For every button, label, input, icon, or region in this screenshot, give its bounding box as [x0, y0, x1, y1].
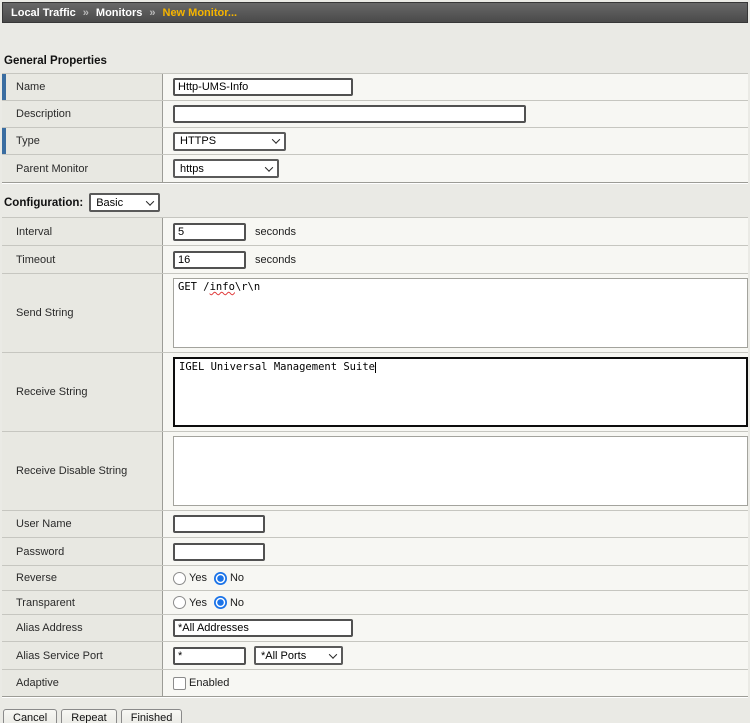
reverse-label: Reverse — [2, 566, 163, 590]
row-receive-disable-string: Receive Disable String — [2, 432, 748, 511]
row-user-name: User Name — [2, 511, 748, 538]
password-label: Password — [2, 538, 163, 565]
receive-string-textarea[interactable]: IGEL Universal Management Suite — [173, 357, 748, 427]
configuration-select[interactable]: Basic — [89, 193, 160, 212]
reverse-yes-label: Yes — [189, 572, 207, 584]
interval-label: Interval — [2, 218, 163, 245]
row-receive-string: Receive String IGEL Universal Management… — [2, 353, 748, 432]
receive-string-text: IGEL Universal Management Suite — [179, 361, 375, 373]
send-string-text: \r\n — [235, 281, 260, 293]
row-transparent: Transparent Yes No — [2, 591, 748, 615]
row-description: Description — [2, 101, 748, 128]
breadcrumb-monitors[interactable]: Monitors — [96, 7, 142, 19]
general-properties-title: General Properties — [4, 55, 750, 67]
send-string-text: GET / — [178, 281, 210, 293]
general-properties-table: Name Description Type HTTPS Parent Monit… — [2, 73, 748, 183]
configuration-select-value: Basic — [96, 197, 123, 209]
configuration-line: Configuration: Basic — [4, 193, 750, 212]
timeout-label: Timeout — [2, 246, 163, 273]
parent-monitor-label: Parent Monitor — [2, 155, 163, 182]
interval-unit: seconds — [255, 226, 296, 238]
transparent-label: Transparent — [2, 591, 163, 614]
repeat-button[interactable]: Repeat — [61, 709, 116, 723]
type-label: Type — [2, 128, 163, 154]
row-interval: Interval seconds — [2, 218, 748, 246]
description-label: Description — [2, 101, 163, 127]
alias-service-port-label: Alias Service Port — [2, 642, 163, 669]
transparent-no-label: No — [230, 597, 244, 609]
row-alias-address: Alias Address — [2, 615, 748, 642]
row-password: Password — [2, 538, 748, 566]
alias-service-port-input[interactable] — [173, 647, 246, 665]
transparent-yes-label: Yes — [189, 597, 207, 609]
row-reverse: Reverse Yes No — [2, 566, 748, 591]
finished-button[interactable]: Finished — [121, 709, 183, 723]
receive-disable-string-textarea[interactable] — [173, 436, 748, 506]
reverse-yes-radio[interactable] — [173, 572, 186, 585]
send-string-text-misspelled: info — [210, 281, 235, 293]
alias-service-port-select[interactable]: *All Ports — [254, 646, 343, 665]
text-cursor — [375, 362, 376, 373]
action-button-row: Cancel Repeat Finished — [3, 709, 750, 723]
timeout-input[interactable] — [173, 251, 246, 269]
chevron-down-icon — [329, 650, 337, 658]
type-select-value: HTTPS — [180, 135, 216, 147]
receive-disable-string-label: Receive Disable String — [2, 432, 163, 510]
breadcrumb-local-traffic[interactable]: Local Traffic — [11, 7, 76, 19]
send-string-label: Send String — [2, 274, 163, 352]
breadcrumb: Local Traffic » Monitors » New Monitor..… — [2, 2, 748, 23]
row-parent-monitor: Parent Monitor https — [2, 155, 748, 182]
breadcrumb-current-new-monitor: New Monitor... — [163, 7, 238, 19]
name-label: Name — [2, 74, 163, 100]
name-input[interactable] — [173, 78, 353, 96]
alias-service-port-select-value: *All Ports — [261, 650, 306, 662]
row-alias-service-port: Alias Service Port *All Ports — [2, 642, 748, 670]
receive-string-label: Receive String — [2, 353, 163, 431]
chevron-down-icon — [265, 163, 273, 171]
row-name: Name — [2, 74, 748, 101]
reverse-no-radio[interactable] — [214, 572, 227, 585]
configuration-label: Configuration: — [4, 197, 83, 209]
adaptive-label: Adaptive — [2, 670, 163, 696]
user-name-input[interactable] — [173, 515, 265, 533]
alias-address-input[interactable] — [173, 619, 353, 637]
breadcrumb-separator: » — [149, 7, 155, 19]
parent-monitor-select-value: https — [180, 163, 204, 175]
alias-address-label: Alias Address — [2, 615, 163, 641]
user-name-label: User Name — [2, 511, 163, 537]
password-input[interactable] — [173, 543, 265, 561]
timeout-unit: seconds — [255, 254, 296, 266]
row-timeout: Timeout seconds — [2, 246, 748, 274]
chevron-down-icon — [146, 197, 154, 205]
row-send-string: Send String GET /info\r\n — [2, 274, 748, 353]
parent-monitor-select[interactable]: https — [173, 159, 279, 178]
transparent-yes-radio[interactable] — [173, 596, 186, 609]
type-select[interactable]: HTTPS — [173, 132, 286, 151]
send-string-textarea[interactable]: GET /info\r\n — [173, 278, 748, 348]
cancel-button[interactable]: Cancel — [3, 709, 57, 723]
adaptive-enabled-label: Enabled — [189, 677, 229, 689]
transparent-no-radio[interactable] — [214, 596, 227, 609]
row-type: Type HTTPS — [2, 128, 748, 155]
row-adaptive: Adaptive Enabled — [2, 670, 748, 696]
reverse-no-label: No — [230, 572, 244, 584]
interval-input[interactable] — [173, 223, 246, 241]
description-input[interactable] — [173, 105, 526, 123]
adaptive-enabled-checkbox[interactable] — [173, 677, 186, 690]
configuration-table: Interval seconds Timeout seconds Send St… — [2, 217, 748, 697]
breadcrumb-separator: » — [83, 7, 89, 19]
chevron-down-icon — [272, 135, 280, 143]
